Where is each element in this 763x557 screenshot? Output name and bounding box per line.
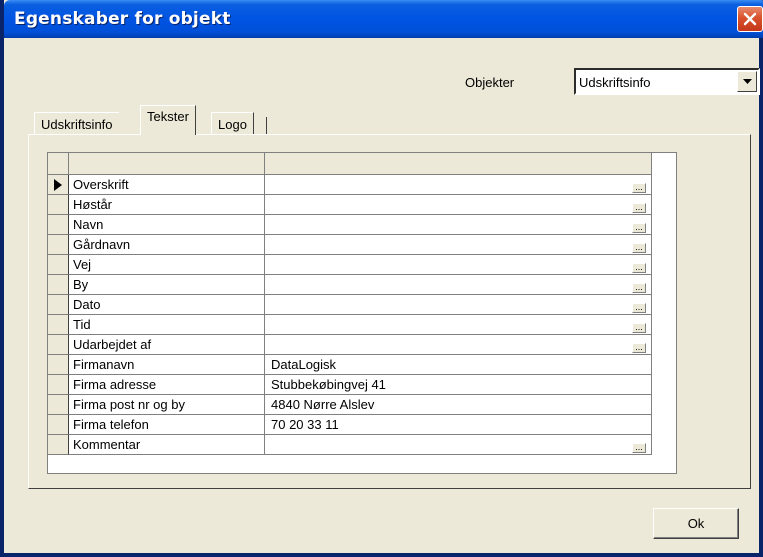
- row-value-cell[interactable]: ...: [265, 195, 652, 215]
- grid-header-corner: [48, 153, 69, 175]
- tab-label: Tekster: [147, 109, 189, 124]
- tab-udskriftsinfo[interactable]: Udskriftsinfo: [34, 112, 119, 134]
- row-value-cell[interactable]: ...: [265, 315, 652, 335]
- row-value-cell[interactable]: ...: [265, 435, 652, 455]
- table-row[interactable]: By...: [48, 275, 652, 295]
- row-indicator[interactable]: [48, 335, 69, 355]
- table-row[interactable]: Firmanavn DataLogisk: [48, 355, 652, 375]
- row-name-cell[interactable]: Firma telefon: [69, 415, 265, 435]
- row-name-cell[interactable]: Firma adresse: [69, 375, 265, 395]
- row-value-cell[interactable]: ...: [265, 335, 652, 355]
- row-name-cell[interactable]: Navn: [69, 215, 265, 235]
- ellipsis-button[interactable]: ...: [632, 183, 646, 193]
- row-name-cell[interactable]: By: [69, 275, 265, 295]
- row-value-cell[interactable]: ...: [265, 255, 652, 275]
- row-name-cell[interactable]: Udarbejdet af: [69, 335, 265, 355]
- table-row[interactable]: Høstår...: [48, 195, 652, 215]
- row-indicator[interactable]: [48, 295, 69, 315]
- row-indicator[interactable]: [48, 255, 69, 275]
- row-value-text: 70 20 33 11: [271, 417, 339, 432]
- row-indicator[interactable]: [48, 375, 69, 395]
- table-row[interactable]: Firma adresse Stubbekøbingvej 41: [48, 375, 652, 395]
- row-value-cell[interactable]: ...: [265, 235, 652, 255]
- row-indicator[interactable]: [48, 415, 69, 435]
- tab-label: Udskriftsinfo: [41, 117, 113, 132]
- ellipsis-button[interactable]: ...: [632, 443, 646, 453]
- table-row[interactable]: Overskrift...: [48, 175, 652, 195]
- chevron-down-icon: [742, 78, 752, 84]
- ellipsis-button[interactable]: ...: [632, 323, 646, 333]
- table-row[interactable]: Udarbejdet af...: [48, 335, 652, 355]
- title-bar: Egenskaber for objekt: [4, 0, 763, 38]
- objekter-selected-value: Udskriftsinfo: [579, 75, 651, 90]
- row-name-cell[interactable]: Høstår: [69, 195, 265, 215]
- table-row[interactable]: Dato...: [48, 295, 652, 315]
- row-indicator[interactable]: [48, 235, 69, 255]
- ellipsis-button[interactable]: ...: [632, 303, 646, 313]
- table-row[interactable]: Firma post nr og by 4840 Nørre Alslev: [48, 395, 652, 415]
- ellipsis-button[interactable]: ...: [632, 263, 646, 273]
- objekter-select[interactable]: Udskriftsinfo: [574, 68, 760, 95]
- objekter-label: Objekter: [465, 75, 515, 90]
- dropdown-button[interactable]: [737, 71, 757, 92]
- row-value-cell[interactable]: Stubbekøbingvej 41: [265, 375, 652, 395]
- row-indicator[interactable]: [48, 215, 69, 235]
- row-name-cell[interactable]: Firma post nr og by: [69, 395, 265, 415]
- row-value-text: 4840 Nørre Alslev: [271, 397, 375, 412]
- tab-label: Logo: [218, 117, 247, 132]
- grid-header-name[interactable]: [69, 153, 265, 175]
- row-value-cell[interactable]: ...: [265, 215, 652, 235]
- ellipsis-button[interactable]: ...: [632, 223, 646, 233]
- table-row[interactable]: Firma telefon 70 20 33 11: [48, 415, 652, 435]
- row-pointer-icon: [54, 179, 62, 191]
- row-value-cell[interactable]: ...: [265, 295, 652, 315]
- ellipsis-button[interactable]: ...: [632, 283, 646, 293]
- row-name-cell[interactable]: Firmanavn: [69, 355, 265, 375]
- row-value-cell[interactable]: DataLogisk: [265, 355, 652, 375]
- row-indicator[interactable]: [48, 355, 69, 375]
- ellipsis-button[interactable]: ...: [632, 243, 646, 253]
- table-row[interactable]: Gårdnavn...: [48, 235, 652, 255]
- row-value-text: Stubbekøbingvej 41: [271, 377, 386, 392]
- row-name-cell[interactable]: Vej: [69, 255, 265, 275]
- ellipsis-button[interactable]: ...: [632, 343, 646, 353]
- row-name-cell[interactable]: Kommentar: [69, 435, 265, 455]
- tab-tekster[interactable]: Tekster: [140, 105, 196, 135]
- table-row[interactable]: Tid...: [48, 315, 652, 335]
- table-row[interactable]: Vej...: [48, 255, 652, 275]
- window-title: Egenskaber for objekt: [14, 9, 231, 29]
- row-indicator[interactable]: [48, 275, 69, 295]
- table-row[interactable]: Navn...: [48, 215, 652, 235]
- row-value-cell[interactable]: 70 20 33 11: [265, 415, 652, 435]
- row-indicator[interactable]: [48, 315, 69, 335]
- row-indicator[interactable]: [48, 175, 69, 195]
- row-value-cell[interactable]: ...: [265, 175, 652, 195]
- grid-header-value[interactable]: [265, 153, 652, 175]
- row-value-text: DataLogisk: [271, 357, 337, 372]
- properties-grid[interactable]: Overskrift... Høstår... Navn... Gårdnavn...…: [47, 152, 677, 474]
- ok-button-label: Ok: [687, 516, 705, 531]
- row-name-cell[interactable]: Dato: [69, 295, 265, 315]
- table-row[interactable]: Kommentar...: [48, 435, 652, 455]
- row-indicator[interactable]: [48, 435, 69, 455]
- row-name-cell[interactable]: Tid: [69, 315, 265, 335]
- close-icon: [743, 12, 757, 26]
- row-indicator[interactable]: [48, 195, 69, 215]
- row-indicator[interactable]: [48, 395, 69, 415]
- row-value-cell[interactable]: 4840 Nørre Alslev: [265, 395, 652, 415]
- row-name-cell[interactable]: Overskrift: [69, 175, 265, 195]
- ellipsis-button[interactable]: ...: [632, 203, 646, 213]
- row-name-cell[interactable]: Gårdnavn: [69, 235, 265, 255]
- dialog-window: Egenskaber for objekt Objekter Udskrifts…: [0, 0, 763, 557]
- tab-logo[interactable]: Logo: [211, 112, 267, 135]
- ok-button[interactable]: Ok: [653, 508, 739, 539]
- row-value-cell[interactable]: ...: [265, 275, 652, 295]
- close-button[interactable]: [737, 6, 763, 32]
